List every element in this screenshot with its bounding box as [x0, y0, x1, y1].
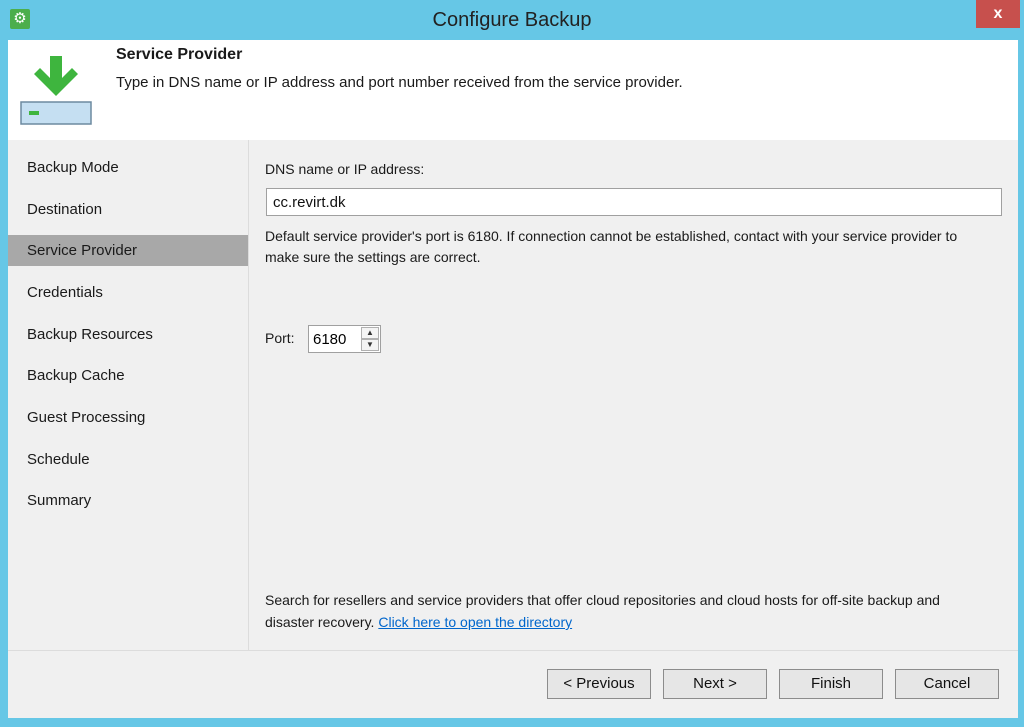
previous-button[interactable]: < Previous [547, 669, 651, 699]
port-stepper[interactable]: ▲ ▼ [308, 325, 381, 353]
footer-divider [8, 650, 1018, 651]
chevron-down-icon[interactable]: ▼ [361, 339, 379, 351]
finish-button[interactable]: Finish [779, 669, 883, 699]
cancel-button[interactable]: Cancel [895, 669, 999, 699]
sidebar-item-summary[interactable]: Summary [8, 485, 248, 516]
step-content: DNS name or IP address: Default service … [249, 140, 1018, 650]
port-spinner[interactable]: ▲ ▼ [361, 327, 379, 351]
dialog-body: Service Provider Type in DNS name or IP … [8, 40, 1018, 718]
window-title: Configure Backup [432, 9, 592, 31]
dns-input[interactable] [266, 188, 1002, 216]
next-button[interactable]: Next > [663, 669, 767, 699]
open-directory-link[interactable]: Click here to open the directory [378, 614, 572, 630]
step-description: Type in DNS name or IP address and port … [116, 74, 683, 91]
title-bar: ⚙ Configure Backup x [0, 0, 1024, 40]
port-label: Port: [265, 330, 295, 346]
sidebar-item-backup-mode[interactable]: Backup Mode [8, 152, 248, 183]
sidebar-item-guest-processing[interactable]: Guest Processing [8, 402, 248, 433]
download-arrow-icon [20, 56, 92, 125]
directory-info: Search for resellers and service provide… [265, 589, 985, 633]
wizard-header: Service Provider Type in DNS name or IP … [8, 40, 1018, 140]
wizard-steps: Backup Mode Destination Service Provider… [8, 140, 249, 650]
close-button[interactable]: x [976, 0, 1020, 28]
sidebar-item-destination[interactable]: Destination [8, 194, 248, 225]
dns-label: DNS name or IP address: [265, 161, 425, 177]
sidebar-item-credentials[interactable]: Credentials [8, 277, 248, 308]
sidebar-item-backup-resources[interactable]: Backup Resources [8, 319, 248, 350]
directory-description: Search for resellers and service provide… [265, 592, 940, 630]
port-info-text: Default service provider's port is 6180.… [265, 228, 958, 265]
chevron-up-icon[interactable]: ▲ [361, 327, 379, 339]
port-input[interactable] [309, 326, 367, 352]
sidebar-item-service-provider[interactable]: Service Provider [8, 235, 248, 266]
step-title: Service Provider [116, 46, 243, 63]
sidebar-item-backup-cache[interactable]: Backup Cache [8, 360, 248, 391]
sidebar-item-schedule[interactable]: Schedule [8, 444, 248, 475]
